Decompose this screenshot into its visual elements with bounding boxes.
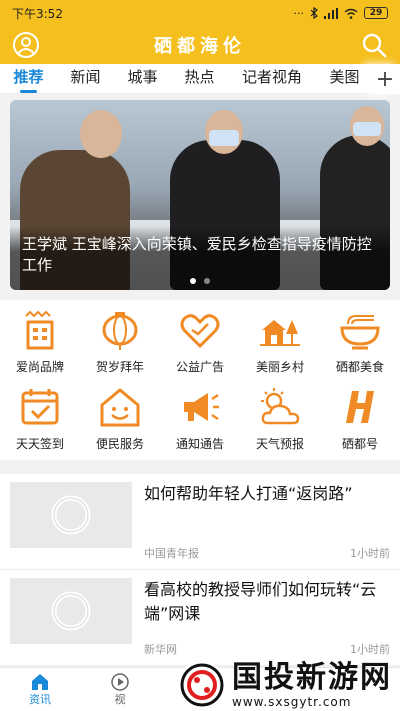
service-publicwelfare[interactable]: 公益广告 [160, 306, 240, 375]
news-item[interactable]: 看高校的教授导师们如何玩转“云端”网课 新华网 1小时前 [0, 570, 400, 666]
watermark-url: www.sxsgytr.com [232, 695, 352, 709]
news-title: 看高校的教授导师们如何玩转“云端”网课 [144, 580, 377, 623]
battery-indicator: 29 [364, 7, 388, 19]
app-header: 硒都海伦 [0, 26, 400, 64]
status-indicators: ··· 29 [293, 6, 388, 20]
banner-carousel[interactable]: 王学斌 王宝峰深入向荣镇、爱民乡检查指导疫情防控工作 [10, 100, 390, 290]
service-label: 天天签到 [15, 437, 64, 451]
megaphone-icon [176, 383, 224, 431]
app-title: 硒都海伦 [154, 36, 246, 57]
watermark-title: 国投新游网 [232, 660, 392, 695]
calendar-check-icon [16, 383, 64, 431]
service-checkin[interactable]: 天天签到 [0, 383, 80, 452]
service-account[interactable]: 硒都号 [320, 383, 400, 452]
user-icon [13, 32, 39, 58]
wifi-icon [344, 8, 358, 19]
search-icon [362, 33, 387, 58]
tab-reporter[interactable]: 记者视角 [228, 66, 316, 93]
service-weather[interactable]: 天气预报 [240, 383, 320, 452]
news-time: 1小时前 [350, 643, 390, 656]
news-list: 如何帮助年轻人打通“返岗路” 中国青年报 1小时前 看高校的教授导师们如何玩转“… [0, 474, 400, 666]
nav-label: 视 [114, 692, 126, 706]
top-bar: 下午3:52 ··· 29 硒都海伦 [0, 0, 400, 64]
news-source: 新华网 [144, 643, 177, 656]
service-grid: 爱尚品牌 贺岁拜年 公益广告 美丽乡村 硒都美食 天天签到 便民服务 通知通告 … [0, 300, 400, 460]
service-label: 硒都美食 [335, 360, 384, 374]
smile-house-icon [96, 383, 144, 431]
service-label: 通知通告 [175, 437, 224, 451]
banner-photo-head [80, 110, 122, 158]
service-label: 天气预报 [255, 437, 304, 451]
bluetooth-icon [310, 7, 318, 19]
service-convenience[interactable]: 便民服务 [80, 383, 160, 452]
tab-hot[interactable]: 热点 [171, 66, 228, 93]
village-icon [256, 306, 304, 354]
news-thumbnail [10, 482, 132, 548]
service-label: 硒都号 [341, 437, 378, 451]
news-body: 看高校的教授导师们如何玩转“云端”网课 新华网 1小时前 [144, 578, 390, 657]
banner-photo-mask [353, 122, 381, 136]
lantern-icon [96, 306, 144, 354]
service-label: 美丽乡村 [255, 360, 304, 374]
service-notice[interactable]: 通知通告 [160, 383, 240, 452]
service-village[interactable]: 美丽乡村 [240, 306, 320, 375]
carousel-dot[interactable] [190, 278, 196, 284]
news-meta: 中国青年报 1小时前 [144, 545, 390, 561]
news-meta: 新华网 1小时前 [144, 641, 390, 657]
tab-photos[interactable]: 美图 [316, 66, 373, 93]
status-time: 下午3:52 [12, 6, 63, 21]
status-bar: 下午3:52 ··· 29 [0, 0, 400, 26]
h-logo-icon [336, 383, 384, 431]
watermark: 国投新游网 www.sxsgytr.com [178, 661, 392, 709]
news-body: 如何帮助年轻人打通“返岗路” 中国青年报 1小时前 [144, 482, 390, 561]
service-label: 便民服务 [95, 437, 144, 451]
service-label: 公益广告 [175, 360, 224, 374]
news-item[interactable]: 如何帮助年轻人打通“返岗路” 中国青年报 1小时前 [0, 474, 400, 570]
brand-building-icon [16, 306, 64, 354]
watermark-text: 国投新游网 www.sxsgytr.com [232, 660, 392, 710]
loading-placeholder-icon [51, 495, 91, 535]
tab-recommend[interactable]: 推荐 [0, 66, 57, 93]
service-label: 贺岁拜年 [95, 360, 144, 374]
tab-city[interactable]: 城事 [114, 66, 171, 93]
watermark-logo-icon [178, 661, 226, 709]
tab-news[interactable]: 新闻 [57, 66, 114, 93]
service-brand[interactable]: 爱尚品牌 [0, 306, 80, 375]
noodle-bowl-icon [336, 306, 384, 354]
app-screen: 下午3:52 ··· 29 硒都海伦 推荐 新闻 城事 热点 记者视角 美图 + [0, 0, 400, 711]
nav-label: 资讯 [29, 692, 51, 706]
nav-item-news[interactable]: 资讯 [0, 668, 80, 711]
carousel-dot[interactable] [204, 278, 210, 284]
home-icon [32, 673, 48, 690]
service-newyear[interactable]: 贺岁拜年 [80, 306, 160, 375]
carousel-indicator [10, 278, 390, 284]
heart-hands-icon [176, 306, 224, 354]
loading-placeholder-icon [51, 591, 91, 631]
service-label: 爱尚品牌 [15, 360, 64, 374]
nav-item-video[interactable]: 视 [80, 668, 160, 711]
video-icon [111, 672, 129, 691]
add-tab-button[interactable]: + [370, 64, 400, 94]
service-food[interactable]: 硒都美食 [320, 306, 400, 375]
news-time: 1小时前 [350, 547, 390, 560]
news-thumbnail [10, 578, 132, 644]
category-tabs: 推荐 新闻 城事 热点 记者视角 美图 + [0, 64, 400, 94]
banner-photo-mask [209, 130, 239, 146]
weather-icon [256, 383, 304, 431]
profile-button[interactable] [10, 29, 42, 61]
search-button[interactable] [358, 29, 390, 61]
news-title: 如何帮助年轻人打通“返岗路” [144, 484, 353, 503]
news-source: 中国青年报 [144, 547, 199, 560]
signal-icon [324, 7, 338, 19]
notification-dots: ··· [293, 6, 305, 20]
